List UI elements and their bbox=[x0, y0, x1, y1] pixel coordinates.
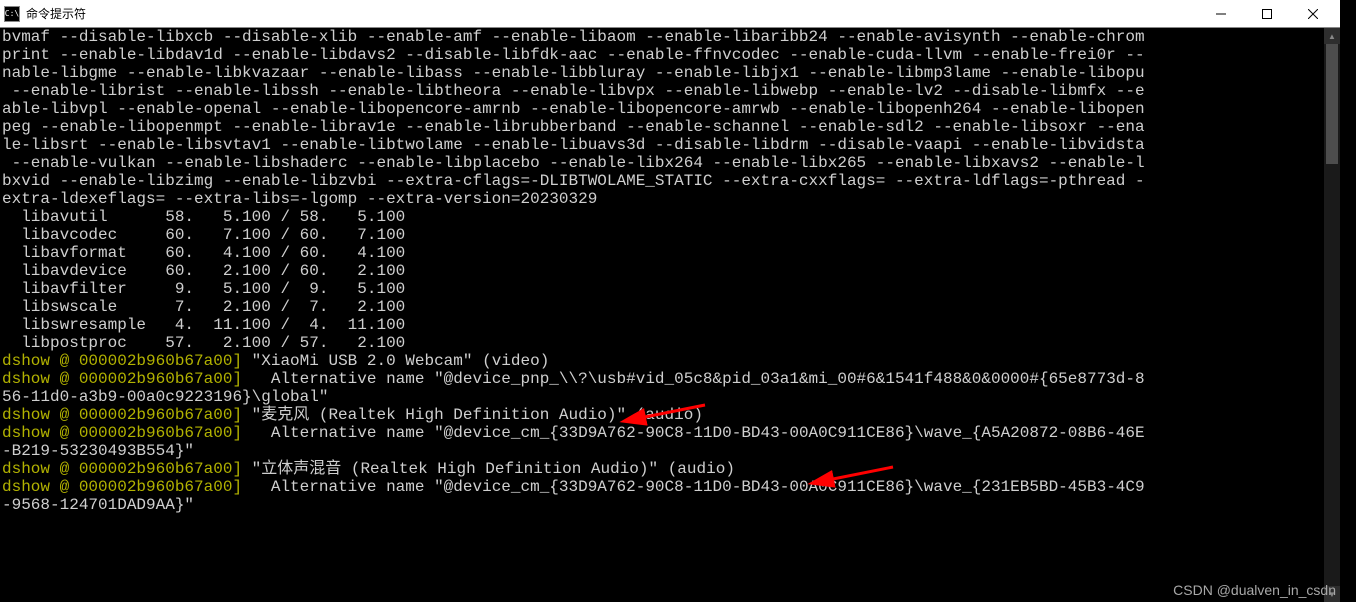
command-prompt-window: C:\ 命令提示符 bvmaf --disable-libxcb --disab… bbox=[0, 0, 1340, 602]
scrollbar-thumb[interactable] bbox=[1326, 44, 1338, 164]
scrollbar-up-button[interactable]: ▲ bbox=[1324, 28, 1340, 44]
app-icon: C:\ bbox=[4, 6, 20, 22]
scrollbar-track[interactable] bbox=[1324, 44, 1340, 586]
minimize-button[interactable] bbox=[1198, 0, 1244, 28]
right-black-strip bbox=[1340, 0, 1356, 602]
window-title: 命令提示符 bbox=[26, 5, 1198, 22]
watermark-text: CSDN @dualven_in_csdn bbox=[1173, 582, 1336, 598]
console-output[interactable]: bvmaf --disable-libxcb --disable-xlib --… bbox=[0, 28, 1324, 602]
titlebar[interactable]: C:\ 命令提示符 bbox=[0, 0, 1340, 28]
vertical-scrollbar[interactable]: ▲ ▼ bbox=[1324, 28, 1340, 602]
close-button[interactable] bbox=[1290, 0, 1336, 28]
window-controls bbox=[1198, 0, 1336, 28]
maximize-button[interactable] bbox=[1244, 0, 1290, 28]
